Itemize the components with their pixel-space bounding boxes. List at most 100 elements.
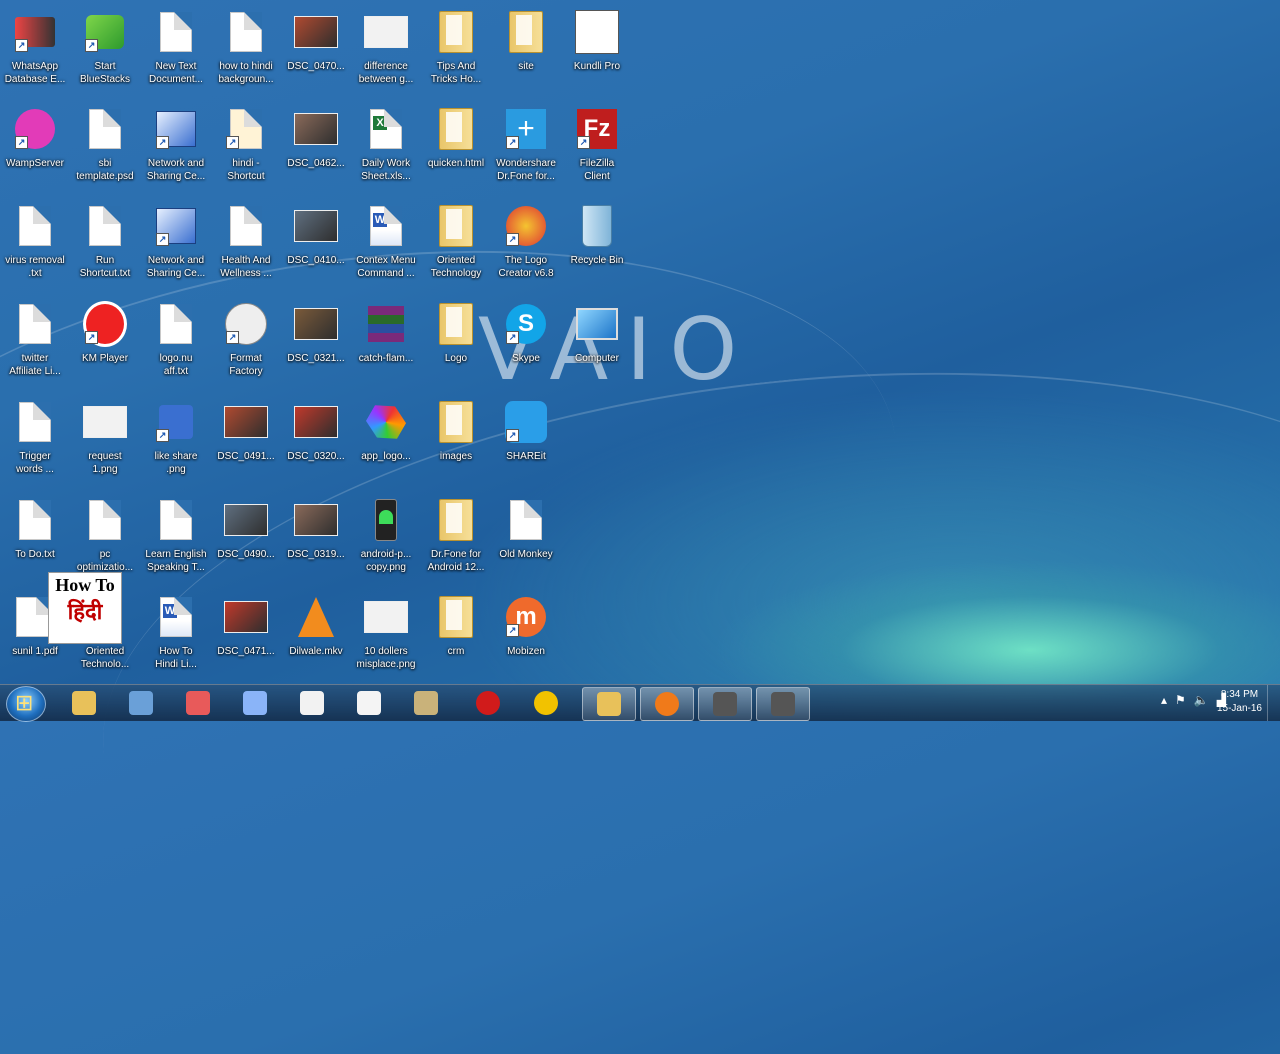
desktop-icon[interactable]: Fz ↗ FileZilla Client (562, 101, 632, 193)
desktop-icon[interactable]: images (421, 394, 491, 486)
start-button[interactable] (6, 686, 46, 722)
shortcut-arrow-icon: ↗ (226, 331, 239, 344)
desktop-icon[interactable]: To Do.txt (0, 492, 70, 584)
desktop-icon[interactable]: ↗ The Logo Creator v6.8 (491, 198, 561, 290)
taskbar-button[interactable] (58, 687, 110, 719)
desktop-icon[interactable]: DSC_0321... (281, 296, 351, 388)
action-center-icon[interactable]: ⚑ (1175, 693, 1186, 707)
desktop-icon[interactable]: 10 dollers misplace.png (351, 589, 421, 681)
taskbar-button[interactable] (286, 687, 338, 719)
desktop-icon[interactable]: difference between g... (351, 4, 421, 96)
taskbar-button[interactable] (582, 687, 636, 721)
desktop-icon[interactable]: m ↗ Mobizen (491, 589, 561, 681)
desktop-icon-label: DSC_0319... (287, 549, 345, 560)
shortcut-arrow-icon: ↗ (156, 429, 169, 442)
desktop-icon-label: Tips And Tricks Ho... (430, 61, 482, 85)
desktop-icon[interactable]: Tips And Tricks Ho... (421, 4, 491, 96)
desktop-icon[interactable]: W Contex Menu Command ... (351, 198, 421, 290)
taskbar-button[interactable] (756, 687, 810, 721)
desktop-icon-label: Network and Sharing Ce... (146, 255, 206, 279)
desktop-icon[interactable]: Recycle Bin (562, 198, 632, 290)
desktop-icon[interactable]: ↗ WampServer (0, 101, 70, 193)
show-desktop-button[interactable] (1267, 685, 1280, 721)
desktop-icon[interactable]: ↗ WhatsApp Database E... (0, 4, 70, 96)
desktop-icon[interactable]: quicken.html (421, 101, 491, 193)
desktop-icon-label: Start BlueStacks (79, 61, 131, 85)
desktop-icon[interactable]: logo.nu aff.txt (141, 296, 211, 388)
desktop-icon[interactable]: catch-flam... (351, 296, 421, 388)
desktop-icon[interactable]: Dr.Fone for Android 12... (421, 492, 491, 584)
desktop-icon[interactable]: ↗ hindi - Shortcut (211, 101, 281, 193)
desktop-icon[interactable]: Run Shortcut.txt (70, 198, 140, 290)
desktop-icon[interactable]: DSC_0490... (211, 492, 281, 584)
tray-expand-icon[interactable]: ▴ (1161, 693, 1167, 707)
desktop-icon[interactable]: virus removal .txt (0, 198, 70, 290)
desktop-icon[interactable]: how to hindi backgroun... (211, 4, 281, 96)
desktop-icon[interactable]: Computer (562, 296, 632, 388)
desktop-icon[interactable]: W How To Hindi Li... (141, 589, 211, 681)
taskbar: ▴ ⚑ 🔈 ▟ 8:34 PM 15-Jan-16 (0, 684, 1280, 722)
desktop-icon[interactable]: app_logo... (351, 394, 421, 486)
shortcut-arrow-icon: ↗ (506, 624, 519, 637)
desktop-icon[interactable]: ↗ Format Factory (211, 296, 281, 388)
desktop-icon[interactable]: DSC_0319... (281, 492, 351, 584)
desktop-icon[interactable]: Health And Wellness ... (211, 198, 281, 290)
opera-icon (476, 691, 500, 715)
desktop-icon[interactable]: X Daily Work Sheet.xls... (351, 101, 421, 193)
mobizen-icon: m ↗ (504, 595, 548, 639)
desktop-icon[interactable]: request 1.png (70, 394, 140, 486)
desktop-icon-label: pc optimizatio... (76, 549, 134, 573)
desktop-icon[interactable]: Learn English Speaking T... (141, 492, 211, 584)
taskbar-button[interactable] (229, 687, 281, 719)
desktop-icon[interactable]: android-p... copy.png (351, 492, 421, 584)
desktop-icon[interactable]: DSC_0470... (281, 4, 351, 96)
clock[interactable]: 8:34 PM 15-Jan-16 (1217, 688, 1262, 716)
desktop-icon[interactable]: Old Monkey (491, 492, 561, 584)
taskbar-button[interactable] (520, 687, 572, 719)
desktop-icon[interactable]: ↗ Network and Sharing Ce... (141, 198, 211, 290)
shortcut-arrow-icon: ↗ (506, 233, 519, 246)
desktop-icon[interactable]: ↗ SHAREit (491, 394, 561, 486)
desktop-icon[interactable]: site (491, 4, 561, 96)
shortcut-arrow-icon: ↗ (85, 331, 98, 344)
desktop-icon[interactable]: ↗ Network and Sharing Ce... (141, 101, 211, 193)
desktop-icon[interactable]: + ↗ Wondershare Dr.Fone for... (491, 101, 561, 193)
shortcut-arrow-icon: ↗ (506, 429, 519, 442)
taskbar-button[interactable] (462, 687, 514, 719)
taskbar-button[interactable] (640, 687, 694, 721)
desktop-icon[interactable]: Logo (421, 296, 491, 388)
desktop-icon[interactable]: Oriented Technology (421, 198, 491, 290)
desktop-icon[interactable]: Dilwale.mkv (281, 589, 351, 681)
desktop-icon[interactable]: DSC_0471... (211, 589, 281, 681)
desktop-icon-label: WhatsApp Database E... (4, 61, 66, 85)
desktop-icon[interactable]: crm (421, 589, 491, 681)
taskbar-button[interactable] (343, 687, 395, 719)
desktop-icon[interactable]: DSC_0462... (281, 101, 351, 193)
desktop-icon[interactable]: pc optimizatio... (70, 492, 140, 584)
desktop-icon[interactable]: DSC_0320... (281, 394, 351, 486)
desktop-icon-label: DSC_0410... (287, 255, 345, 266)
overlay-line2: हिंदी (67, 600, 103, 625)
desktop-icon[interactable]: Kundli Pro (562, 4, 632, 96)
volume-icon[interactable]: 🔈 (1194, 693, 1209, 707)
taskbar-button[interactable] (172, 687, 224, 719)
taskbar-button[interactable] (400, 687, 452, 719)
logo-creator-icon: ↗ (504, 204, 548, 248)
desktop-icon[interactable]: ↗ KM Player (70, 296, 140, 388)
desktop-icon-label: Kundli Pro (573, 61, 621, 72)
desktop-icon[interactable]: DSC_0491... (211, 394, 281, 486)
desktop-icon[interactable]: New Text Document... (141, 4, 211, 96)
desktop-icon-label: Run Shortcut.txt (79, 255, 131, 279)
desktop-icon[interactable]: sbi template.psd (70, 101, 140, 193)
taskbar-button[interactable] (698, 687, 752, 721)
desktop-icon-label: images (439, 451, 473, 462)
desktop-icon-label: DSC_0491... (217, 451, 275, 462)
desktop-icon[interactable]: twitter Affiliate Li... (0, 296, 70, 388)
photo-icon (294, 498, 338, 542)
desktop-icon[interactable]: ↗ Start BlueStacks (70, 4, 140, 96)
desktop-icon[interactable]: S ↗ Skype (491, 296, 561, 388)
desktop-icon[interactable]: DSC_0410... (281, 198, 351, 290)
taskbar-button[interactable] (115, 687, 167, 719)
desktop-icon[interactable]: ↗ like share .png (141, 394, 211, 486)
desktop-icon[interactable]: Trigger words ... (0, 394, 70, 486)
